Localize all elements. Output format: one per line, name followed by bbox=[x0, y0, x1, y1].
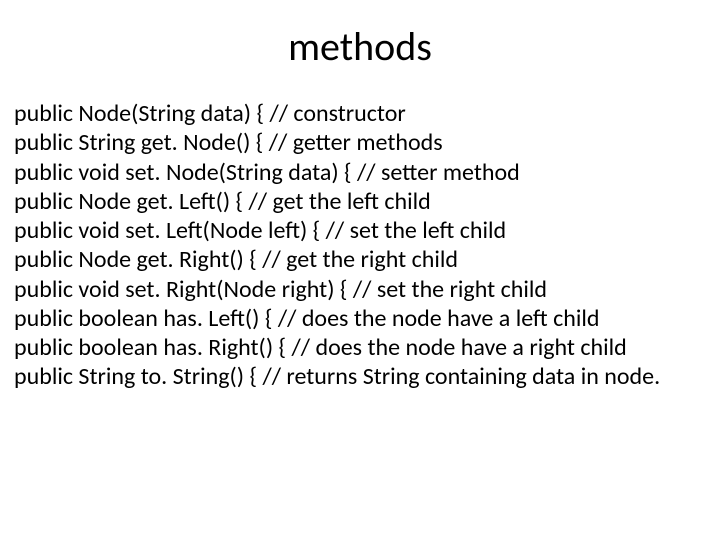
slide: methods public Node(String data) { // co… bbox=[0, 22, 720, 540]
slide-body: public Node(String data) { // constructo… bbox=[0, 99, 720, 392]
code-line: public void set. Left(Node left) { // se… bbox=[14, 216, 706, 245]
code-line: public Node get. Left() { // get the lef… bbox=[14, 187, 706, 216]
code-line: public String get. Node() { // getter me… bbox=[14, 128, 706, 157]
code-line: public Node get. Right() { // get the ri… bbox=[14, 245, 706, 274]
code-line: public Node(String data) { // constructo… bbox=[14, 99, 706, 128]
code-line: public boolean has. Right() { // does th… bbox=[14, 333, 706, 362]
slide-title: methods bbox=[0, 22, 720, 71]
code-line: public void set. Node(String data) { // … bbox=[14, 158, 706, 187]
code-line: public boolean has. Left() { // does the… bbox=[14, 304, 706, 333]
code-line: public void set. Right(Node right) { // … bbox=[14, 275, 706, 304]
code-line: public String to. String() { // returns … bbox=[14, 362, 706, 391]
